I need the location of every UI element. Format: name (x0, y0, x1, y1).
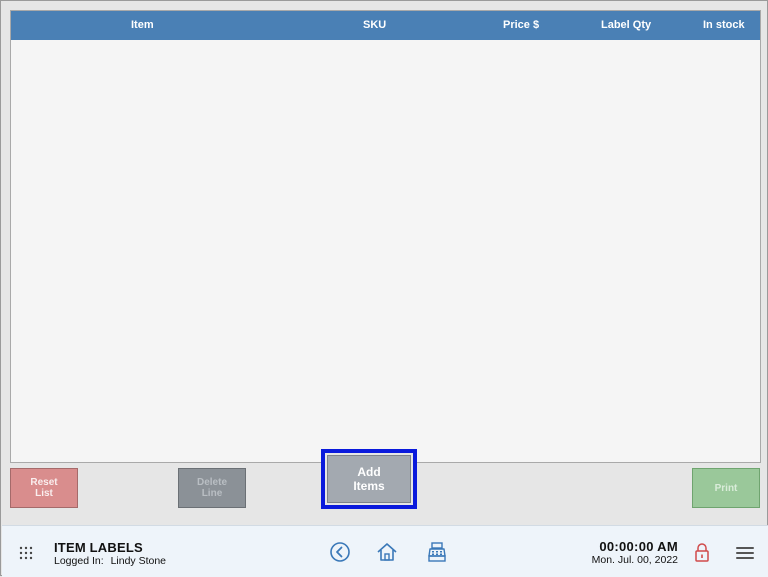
title-block: ITEM LABELS Logged In: Lindy Stone (54, 540, 166, 568)
reset-list-button[interactable]: Reset List (10, 468, 78, 508)
table-header: Item SKU Price $ Label Qty In stock (11, 11, 760, 40)
app-window: Item SKU Price $ Label Qty In stock Rese… (0, 0, 768, 577)
page-title: ITEM LABELS (54, 540, 143, 555)
add-items-button[interactable]: Add Items (327, 455, 411, 503)
home-icon[interactable] (376, 541, 398, 563)
footer-bar: ITEM LABELS Logged In: Lindy Stone 00:00… (2, 525, 768, 577)
clock-block: 00:00:00 AM Mon. Jul. 00, 2022 (592, 540, 678, 567)
print-button[interactable]: Print (692, 468, 760, 508)
column-header-item[interactable]: Item (131, 11, 154, 40)
cash-register-icon[interactable] (426, 541, 448, 563)
logged-in-label: Logged In: (54, 555, 104, 567)
column-header-sku[interactable]: SKU (363, 11, 386, 40)
delete-line-button[interactable]: Delete Line (178, 468, 246, 508)
column-header-price[interactable]: Price $ (503, 11, 539, 40)
back-circle-icon[interactable] (329, 541, 351, 563)
current-time: 00:00:00 AM (599, 539, 678, 554)
hamburger-menu-icon[interactable] (736, 546, 754, 560)
table-body-empty (11, 40, 760, 462)
lock-icon[interactable] (694, 542, 710, 562)
user-name: Lindy Stone (110, 555, 167, 567)
current-date: Mon. Jul. 00, 2022 (591, 554, 678, 566)
item-labels-table: Item SKU Price $ Label Qty In stock (10, 10, 761, 463)
grid-icon[interactable] (19, 546, 33, 560)
column-header-label-qty[interactable]: Label Qty (601, 11, 651, 40)
column-header-in-stock[interactable]: In stock (703, 11, 745, 40)
logged-in-line: Logged In: Lindy Stone (54, 555, 166, 567)
